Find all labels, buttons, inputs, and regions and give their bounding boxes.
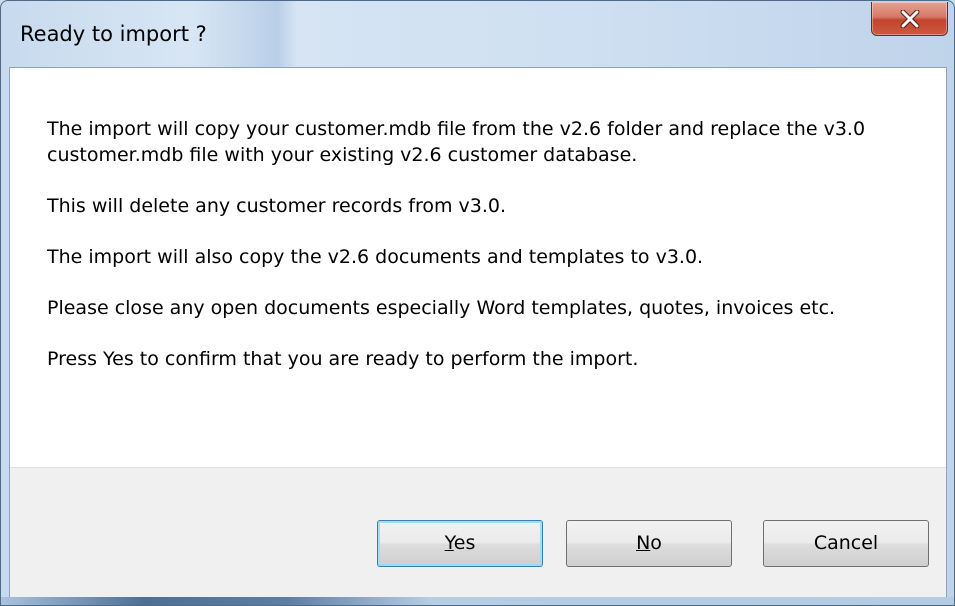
dialog-window: Ready to import ? The import will copy y… — [0, 0, 955, 606]
no-button[interactable]: No — [566, 520, 732, 567]
no-mnemonic: N — [636, 532, 651, 554]
yes-mnemonic: Y — [444, 532, 454, 554]
message-paragraph-confirm: Press Yes to confirm that you are ready … — [47, 348, 639, 370]
dialog-title: Ready to import ? — [20, 22, 207, 46]
close-button[interactable] — [871, 2, 948, 36]
message-paragraph-delete-warning: This will delete any customer records fr… — [47, 195, 507, 217]
yes-button[interactable]: Yes — [377, 520, 543, 567]
message-paragraph-documents: The import will also copy the v2.6 docum… — [47, 246, 704, 268]
no-label: o — [650, 532, 662, 554]
cancel-button[interactable]: Cancel — [763, 520, 929, 567]
yes-label: es — [453, 532, 476, 554]
message-paragraph-close-documents: Please close any open documents especial… — [47, 297, 836, 319]
close-icon — [899, 9, 921, 28]
message-body: The import will copy your customer.mdb f… — [47, 116, 927, 397]
message-paragraph-copy: The import will copy your customer.mdb f… — [47, 118, 866, 166]
button-bar: Yes No Cancel — [10, 467, 946, 598]
dialog-content: The import will copy your customer.mdb f… — [9, 67, 947, 599]
window-bottom-edge — [1, 597, 954, 605]
title-bar: Ready to import ? — [1, 1, 954, 67]
